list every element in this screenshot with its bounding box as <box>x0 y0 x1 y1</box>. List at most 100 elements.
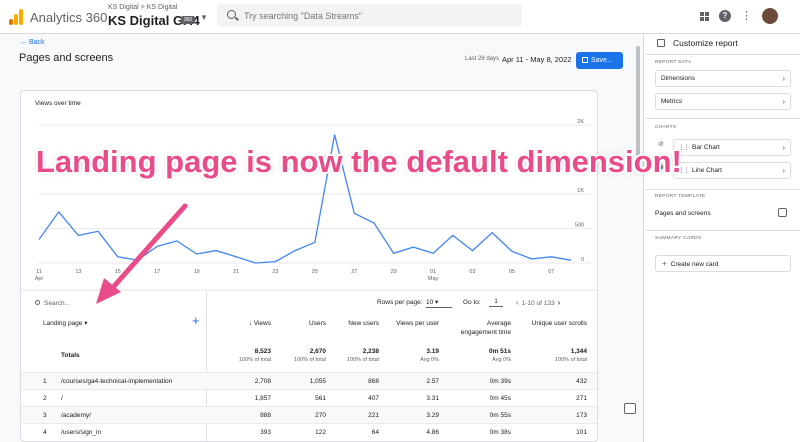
total-user-scrolls: 1,344 100% of total <box>554 348 587 363</box>
rows-per-page-label: Rows per page: <box>377 299 423 306</box>
template-name: Pages and screens <box>655 210 711 217</box>
table-row[interactable]: 3/academy/ 888 270 221 3.29 0m 55s 173 <box>21 406 597 423</box>
analytics-logo-icon[interactable] <box>9 9 23 25</box>
search-icon <box>227 10 236 19</box>
table-row[interactable]: 1/courses/ga4-technical-implementation 2… <box>21 372 597 389</box>
bar-chart-item[interactable]: ⋮⋮ Bar Chart › <box>673 139 791 156</box>
panel-divider <box>645 230 800 231</box>
x-tick-label: 19 <box>194 269 200 275</box>
dimension-selector[interactable]: Landing page ▾ <box>43 319 87 327</box>
column-user-scrolls[interactable]: Unique user scrolls <box>521 319 587 328</box>
table-row[interactable]: 4/users/sign_in 393 122 64 4.86 0m 38s 101 <box>21 423 597 440</box>
goto-input[interactable]: 1 <box>489 298 503 307</box>
goto-label: Go to: <box>463 299 481 306</box>
views-line-chart: 2K 1K 500 0 11 13 15 17 19 21 23 25 27 29 01 03 05 07 Apr M… <box>21 119 597 291</box>
x-month-label: May <box>428 276 439 282</box>
x-tick-label: 01 <box>430 269 436 275</box>
x-tick-label: 05 <box>509 269 515 275</box>
x-tick-label: 17 <box>154 269 160 275</box>
line-chart-item[interactable]: ⋮⋮ Line Chart › <box>673 162 791 179</box>
annotation-text: Landing page is now the default dimensio… <box>36 144 682 179</box>
account-breadcrumb[interactable]: KS Digital > KS Digital <box>108 4 177 11</box>
search-input[interactable] <box>244 8 514 23</box>
table-search-placeholder: Search... <box>44 300 71 307</box>
report-data-heading: REPORT DATA <box>655 60 692 65</box>
x-month-label: Apr <box>35 276 44 282</box>
table-search[interactable]: Search... <box>35 300 70 307</box>
feedback-icon[interactable] <box>624 403 636 414</box>
y-tick-label: 2K <box>577 119 584 125</box>
column-views[interactable]: ↓ Views <box>227 319 271 328</box>
panel-divider <box>645 118 800 119</box>
date-range-label[interactable]: Last 28 days <box>465 56 499 62</box>
back-link[interactable]: ← Back <box>20 39 45 46</box>
charts-heading: CHARTS <box>655 125 677 130</box>
x-tick-label: 23 <box>272 269 278 275</box>
save-button[interactable]: Save... <box>576 52 623 69</box>
y-tick-label: 1K <box>577 188 584 194</box>
total-views: 8,523 100% of total <box>238 348 271 363</box>
apps-grid-icon[interactable] <box>700 11 709 21</box>
total-users: 2,670 100% of total <box>293 348 326 363</box>
y-tick-label: 0 <box>581 257 584 263</box>
top-icons: ? ⋮ <box>700 8 778 24</box>
top-bar: Analytics 360 KS Digital > KS Digital KS… <box>0 0 800 34</box>
chevron-right-icon: › <box>782 166 785 175</box>
chevron-down-icon[interactable]: ▼ <box>200 13 208 22</box>
help-icon[interactable]: ? <box>719 10 731 22</box>
next-page-icon[interactable]: › <box>558 298 561 307</box>
chevron-right-icon: › <box>782 143 785 152</box>
report-main: ← Back Pages and screens Last 28 days Ap… <box>0 34 644 442</box>
date-range-picker[interactable]: Apr 11 - May 8, 2022 <box>502 55 571 64</box>
x-tick-label: 25 <box>312 269 318 275</box>
dimension-label: Landing page <box>43 320 83 327</box>
x-tick-label: 11 <box>36 269 42 275</box>
total-engagement-time: 0m 51s Avg 0% <box>488 348 511 363</box>
add-dimension-icon[interactable]: + <box>192 314 200 327</box>
chevron-right-icon: › <box>782 74 785 83</box>
column-users[interactable]: Users <box>276 319 326 328</box>
customize-panel: Customize report REPORT DATA Dimensions ›… <box>645 34 800 442</box>
save-icon <box>582 57 588 63</box>
column-new-users[interactable]: New users <box>329 319 379 328</box>
report-card: Views over time 2K 1K 500 0 11 13 15 17 19 21 23 25… <box>20 90 598 442</box>
dimensions-button[interactable]: Dimensions › <box>655 70 791 87</box>
page-title: Pages and screens <box>19 52 114 64</box>
report-template-heading: REPORT TEMPLATE <box>655 194 706 199</box>
more-options-icon[interactable]: ⋮ <box>741 10 752 22</box>
data-table: Search... Rows per page: 10 ▾ Go to: 1 ‹… <box>21 291 597 441</box>
back-label: Back <box>28 39 45 46</box>
metrics-button[interactable]: Metrics › <box>655 93 791 110</box>
customize-icon <box>657 39 665 47</box>
rows-per-page-select[interactable]: 10 ▾ <box>426 298 452 308</box>
total-new-users: 2,238 100% of total <box>346 348 379 363</box>
unlink-template-icon[interactable] <box>778 208 787 217</box>
save-label: Save... <box>591 57 613 64</box>
summary-cards-heading: SUMMARY CARDS <box>655 236 702 241</box>
total-views-per-user: 3.19 Avg 0% <box>420 348 439 363</box>
y-tick-label: 500 <box>575 223 584 229</box>
column-engagement-time[interactable]: Average engagement time <box>449 319 511 337</box>
pagination: ‹ 1-10 of 133 › <box>513 298 563 307</box>
app-name: Analytics 360 <box>30 10 108 25</box>
pagination-text: 1-10 of 133 <box>521 300 555 307</box>
chevron-right-icon: › <box>782 97 785 106</box>
x-tick-label: 03 <box>469 269 475 275</box>
prev-page-icon[interactable]: ‹ <box>516 298 519 307</box>
create-card-button[interactable]: + Create new card <box>655 255 791 272</box>
totals-label: Totals <box>61 352 80 359</box>
x-tick-label: 29 <box>391 269 397 275</box>
avatar[interactable] <box>762 8 778 24</box>
property-badge: 360 <box>181 16 195 24</box>
panel-title: Customize report <box>657 38 738 48</box>
x-tick-label: 13 <box>75 269 81 275</box>
x-tick-label: 27 <box>351 269 357 275</box>
column-views-per-user[interactable]: Views per user <box>383 319 439 328</box>
table-row[interactable]: 2/ 1,857 561 407 3.31 0m 45s 271 <box>21 389 597 406</box>
panel-divider <box>645 54 800 55</box>
x-tick-label: 07 <box>548 269 554 275</box>
x-tick-label: 15 <box>115 269 121 275</box>
search-bar[interactable] <box>217 4 522 27</box>
rows-per-page-value: 10 <box>426 299 434 306</box>
plus-icon: + <box>662 259 667 268</box>
